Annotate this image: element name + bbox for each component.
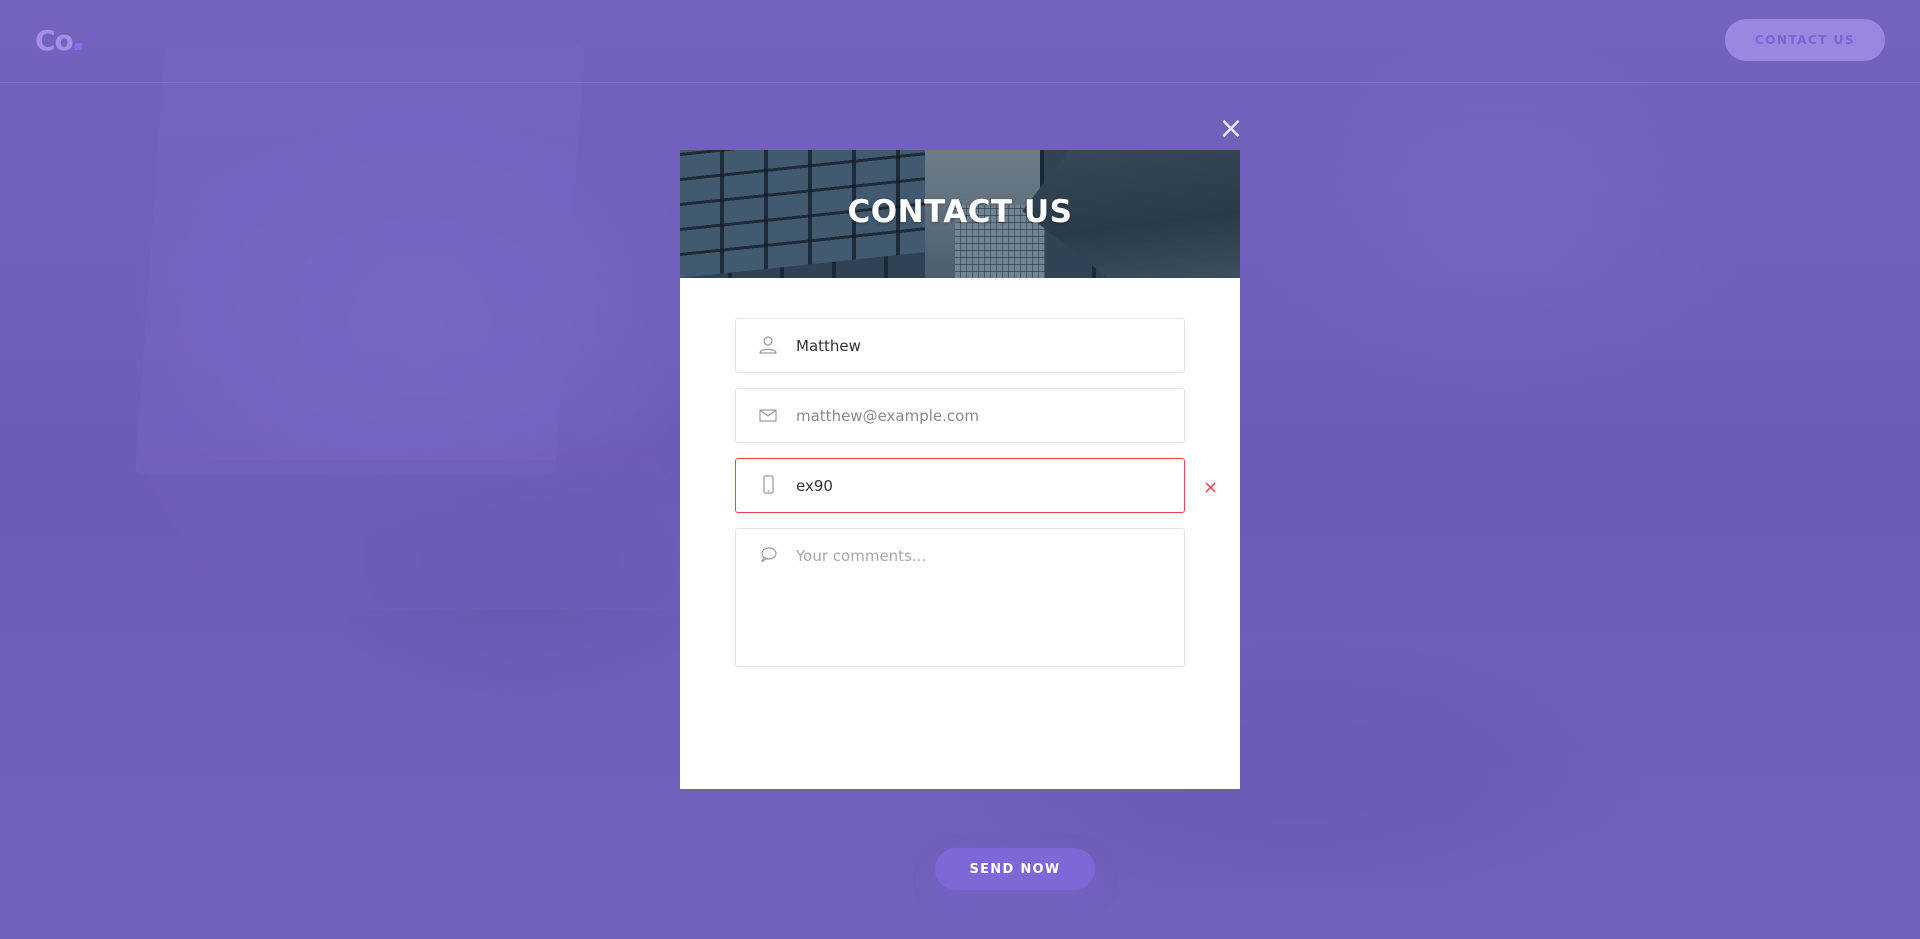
phone-input[interactable] [796,459,1166,512]
laptop-screen-decoration [134,45,586,475]
mobile-phone-icon [758,475,778,495]
site-header: Co CONTACT US [0,0,1920,83]
error-icon: × [1203,477,1219,498]
phone-field-container: × [735,458,1218,513]
speech-bubble-icon [758,545,778,565]
laptop-base-decoration [136,460,744,610]
email-input[interactable] [796,389,1166,442]
close-icon[interactable]: × [1218,114,1244,144]
name-field-container [735,318,1185,373]
envelope-icon [758,405,778,425]
logo[interactable]: Co [35,24,82,57]
modal-title: CONTACT US [847,194,1073,230]
comments-textarea[interactable] [796,547,1166,647]
logo-text: Co [35,24,74,57]
header-contact-us-button[interactable]: CONTACT US [1725,19,1885,61]
logo-dot [74,43,82,50]
user-icon [758,335,778,355]
name-input[interactable] [796,319,1166,372]
send-now-button[interactable]: SEND NOW [935,848,1095,890]
modal-hero-image: CONTACT US [680,150,1240,278]
email-field-container [735,388,1185,443]
comments-field-container [735,528,1185,667]
contact-modal: CONTACT US Matthew matthew@example.com e… [680,150,1240,890]
